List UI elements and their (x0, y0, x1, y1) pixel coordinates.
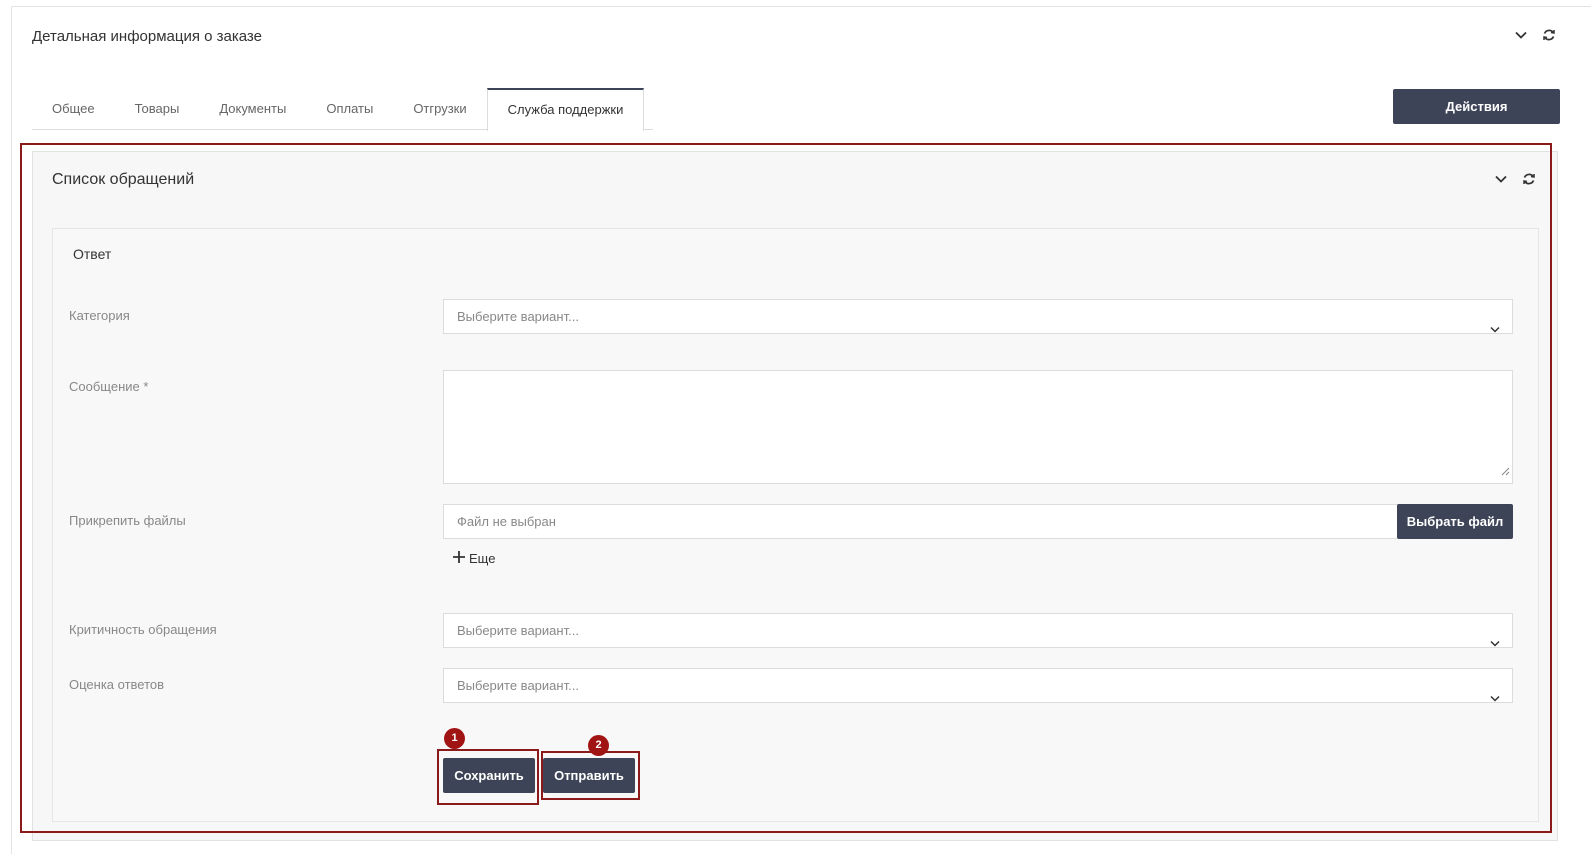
chevron-down-icon[interactable] (1492, 170, 1510, 188)
chevron-down-icon (1490, 312, 1500, 345)
annotation-badge-1: 1 (444, 728, 465, 749)
chevron-down-icon[interactable] (1512, 26, 1530, 44)
form-title: Ответ (73, 246, 112, 262)
rating-placeholder: Выберите вариант... (457, 678, 579, 693)
tab-general[interactable]: Общее (32, 88, 115, 130)
attach-files-label: Прикрепить файлы (69, 513, 186, 528)
chevron-down-icon (1490, 681, 1500, 714)
add-more-label: Еще (469, 551, 496, 566)
send-highlight-box (541, 751, 640, 800)
category-select[interactable]: Выберите вариант... (443, 299, 1513, 334)
actions-button[interactable]: Действия (1393, 89, 1560, 124)
tab-bar: Общее Товары Документы Оплаты Отгрузки С… (32, 88, 653, 131)
tab-payments[interactable]: Оплаты (306, 88, 393, 130)
annotation-badge-2: 2 (588, 735, 609, 756)
save-highlight-box (437, 749, 539, 805)
criticality-placeholder: Выберите вариант... (457, 623, 579, 638)
rating-select[interactable]: Выберите вариант... (443, 668, 1513, 703)
rating-label: Оценка ответов (69, 677, 165, 692)
category-placeholder: Выберите вариант... (457, 309, 579, 324)
refresh-icon[interactable] (1520, 170, 1538, 188)
section-title: Список обращений (52, 171, 195, 188)
add-more-files-button[interactable]: Еще (452, 550, 495, 567)
message-label: Сообщение * (69, 379, 149, 394)
page-title: Детальная информация о заказе (32, 28, 262, 45)
tab-documents[interactable]: Документы (199, 88, 306, 130)
tab-products[interactable]: Товары (115, 88, 200, 130)
choose-file-button[interactable]: Выбрать файл (1397, 504, 1513, 539)
chevron-down-icon (1490, 626, 1500, 659)
category-label: Категория (69, 308, 130, 323)
plus-icon (452, 550, 466, 567)
tab-support[interactable]: Служба поддержки (486, 88, 645, 131)
message-textarea[interactable] (443, 370, 1513, 484)
file-input[interactable]: Файл не выбран (443, 504, 1398, 539)
tab-shipments[interactable]: Отгрузки (393, 88, 486, 130)
resize-handle-icon[interactable] (1501, 463, 1510, 481)
criticality-label: Критичность обращения (69, 622, 217, 637)
refresh-icon[interactable] (1540, 26, 1558, 44)
criticality-select[interactable]: Выберите вариант... (443, 613, 1513, 648)
